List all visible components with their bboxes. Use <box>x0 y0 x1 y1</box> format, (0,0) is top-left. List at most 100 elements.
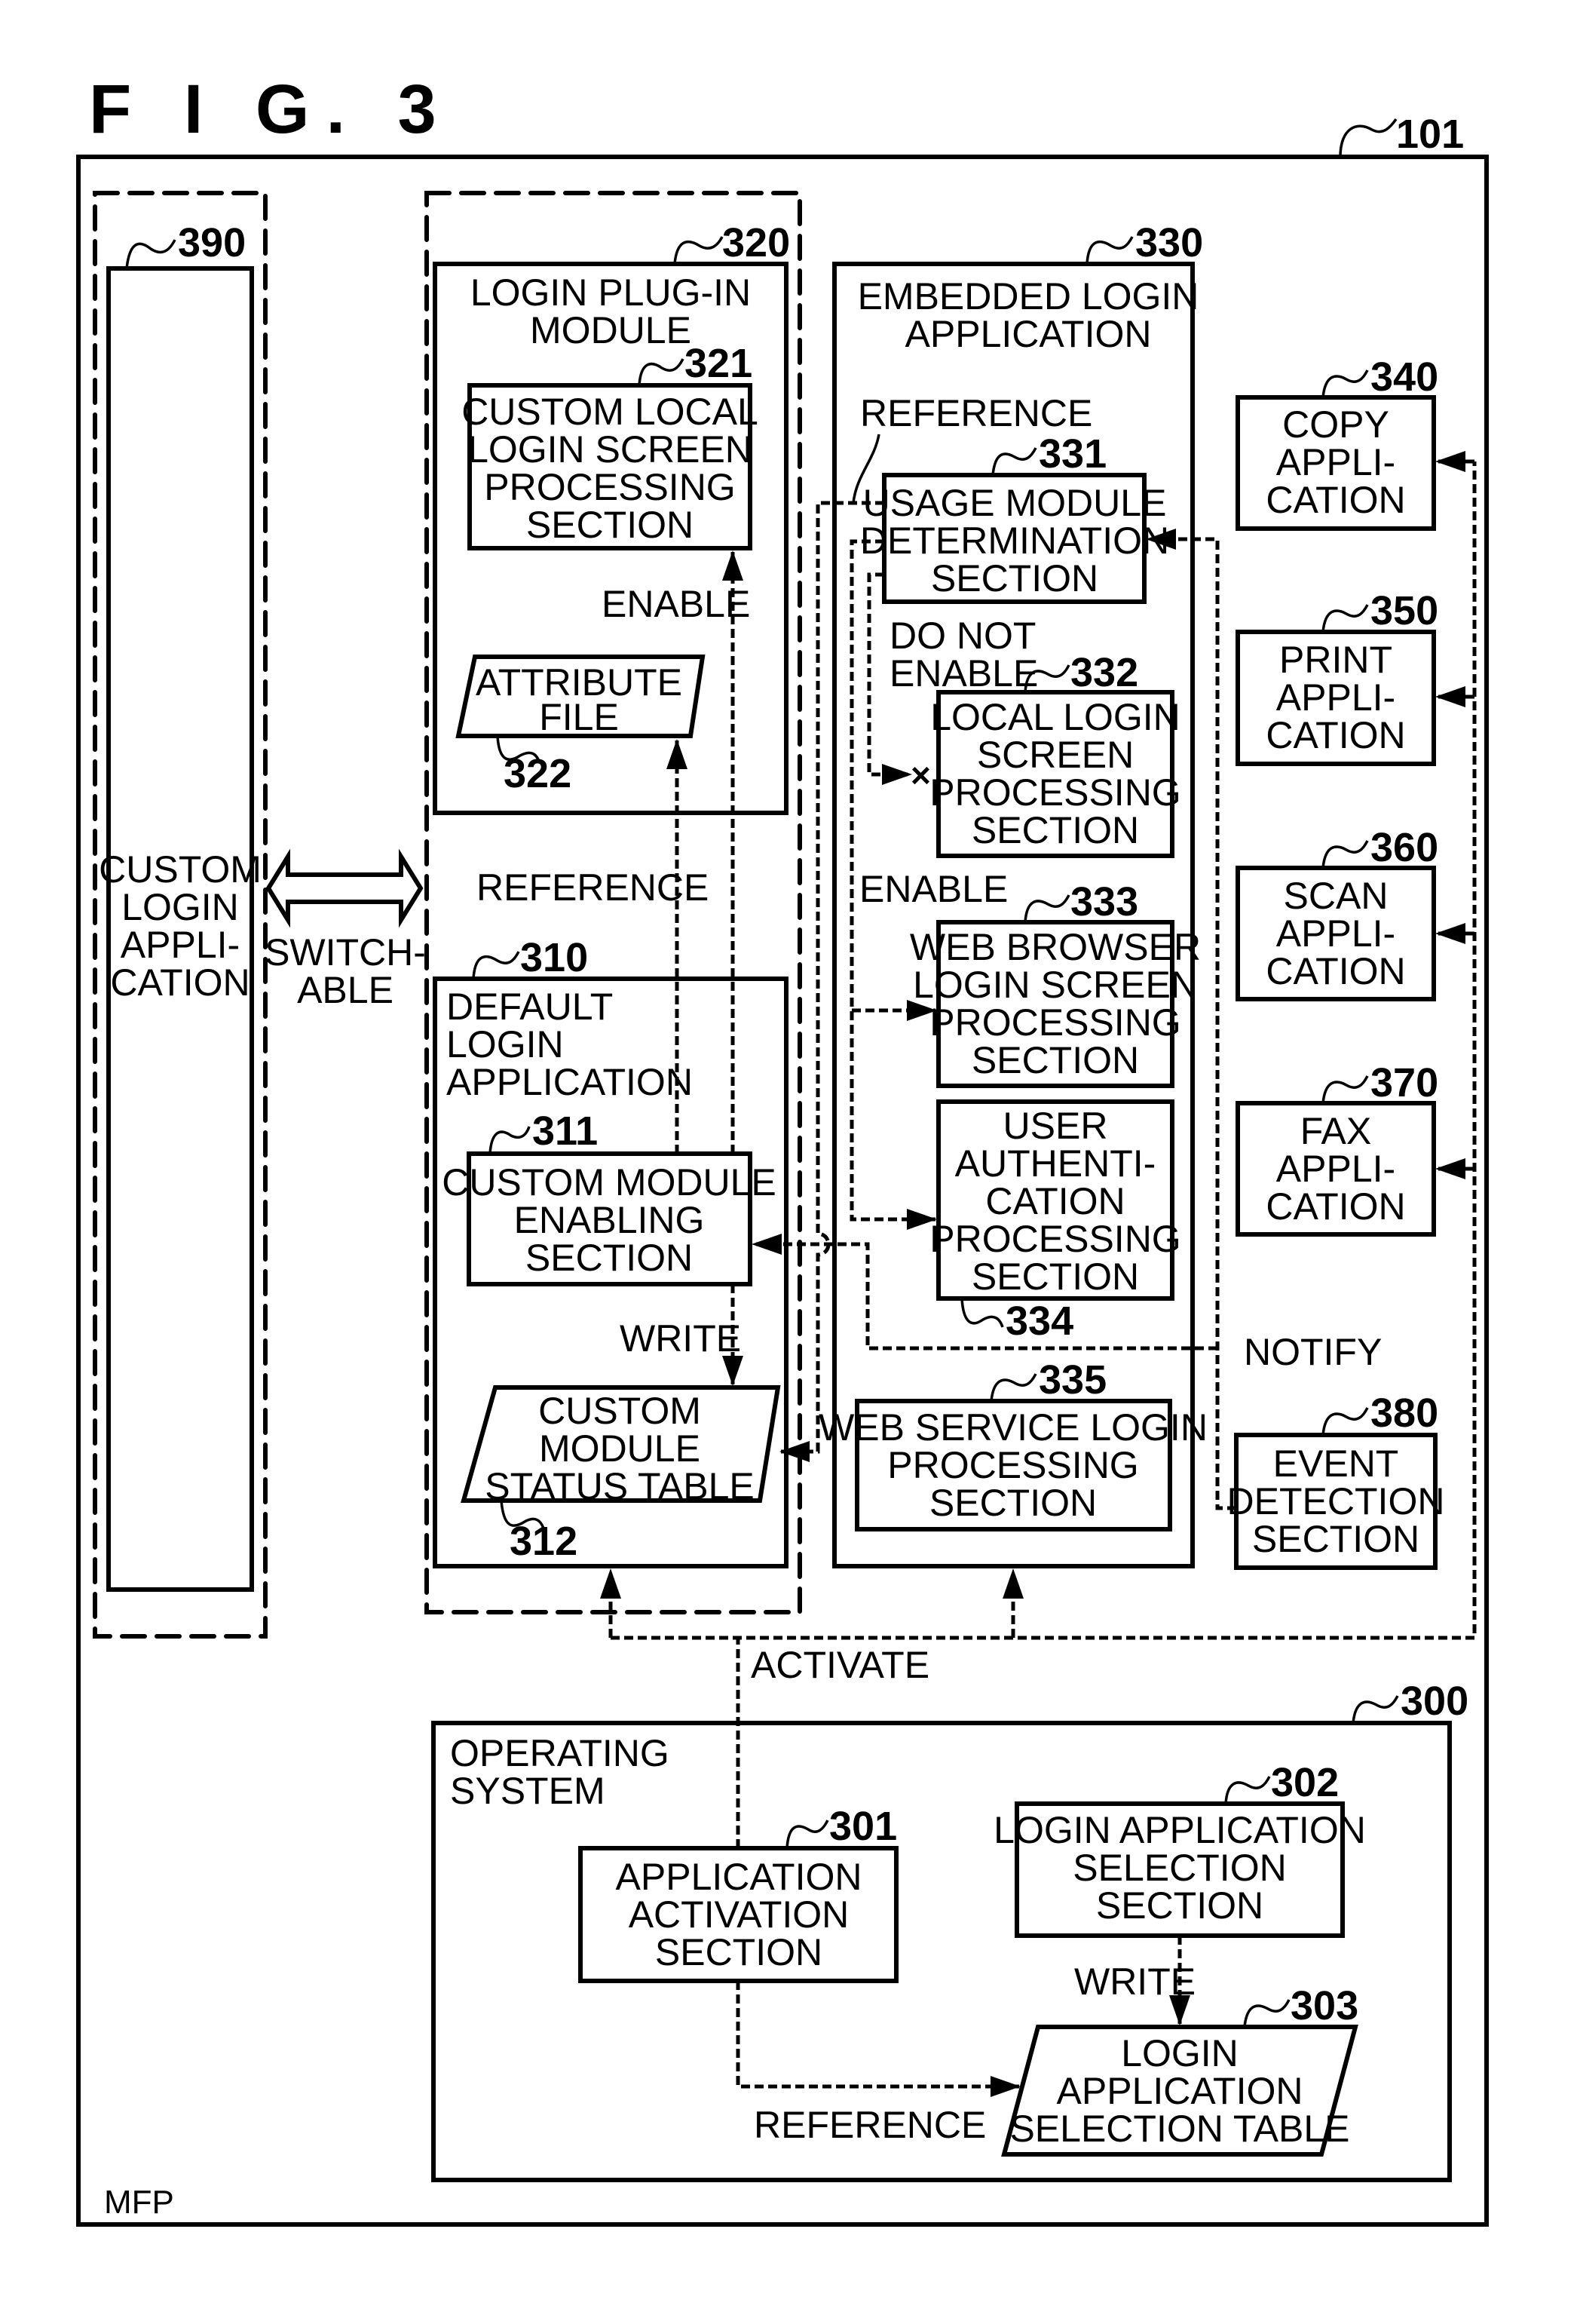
svg-text:SECTION: SECTION <box>655 1931 822 1973</box>
leader-333 <box>1024 894 1070 923</box>
svg-text:SYSTEM: SYSTEM <box>450 1770 605 1812</box>
svg-text:PROCESSING: PROCESSING <box>929 1218 1180 1260</box>
ref-350: 350 <box>1370 588 1438 633</box>
mfp-ref-number: 101 <box>1396 112 1464 157</box>
blocked-x-icon: × <box>911 756 931 795</box>
svg-text:USER: USER <box>1003 1105 1108 1147</box>
svg-text:CUSTOM: CUSTOM <box>99 848 262 891</box>
notify-label: NOTIFY <box>1244 1331 1382 1373</box>
svg-text:SECTION: SECTION <box>1096 1884 1263 1927</box>
leader-334 <box>960 1298 1004 1328</box>
write-label-303: WRITE <box>1074 1961 1196 2003</box>
event-detection[interactable]: 380 EVENT DETECTION SECTION <box>1227 1390 1445 1570</box>
svg-text:ACTIVATION: ACTIVATION <box>629 1893 850 1936</box>
svg-text:WEB BROWSER: WEB BROWSER <box>910 926 1201 968</box>
svg-text:SECTION: SECTION <box>929 1482 1097 1524</box>
svg-text:SECTION: SECTION <box>972 1039 1139 1081</box>
svg-text:PROCESSING: PROCESSING <box>929 771 1180 814</box>
ref-370: 370 <box>1370 1060 1438 1105</box>
event-detection-label-3: SECTION <box>1252 1518 1419 1560</box>
custom-login-app-label: CUSTOM LOGIN APPLI- CATION <box>99 848 262 1004</box>
svg-text:CATION: CATION <box>985 1180 1125 1222</box>
svg-text:EMBEDDED LOGIN: EMBEDDED LOGIN <box>858 275 1199 317</box>
ref-331: 331 <box>1039 431 1107 477</box>
ref-334: 334 <box>1006 1298 1073 1344</box>
switchable-double-arrow-icon <box>265 848 424 928</box>
copy-app[interactable]: 340 COPY APPLI- CATION <box>1236 354 1438 531</box>
svg-text:APPLICATION: APPLICATION <box>446 1061 693 1103</box>
svg-text:SELECTION TABLE: SELECTION TABLE <box>1009 2108 1349 2150</box>
ref-322: 322 <box>504 751 571 796</box>
leader-330 <box>1086 236 1134 265</box>
ref-340: 340 <box>1370 354 1438 400</box>
leader-340 <box>1321 369 1369 398</box>
ref-311: 311 <box>532 1108 598 1154</box>
ref-332: 332 <box>1070 650 1138 695</box>
figure-title: F I G. 3 <box>89 71 453 148</box>
ref-300: 300 <box>1401 1679 1468 1724</box>
print-app[interactable]: 350 PRINT APPLI- CATION <box>1236 588 1438 766</box>
fax-app-label-2: APPLI- <box>1276 1148 1395 1190</box>
enable-label-321: ENABLE <box>602 583 750 625</box>
svg-text:DO NOT: DO NOT <box>890 615 1036 657</box>
do-not-enable-label: DO NOT ENABLE <box>890 615 1038 694</box>
leader-360 <box>1321 840 1369 869</box>
leader-350 <box>1321 604 1369 633</box>
svg-text:SECTION: SECTION <box>526 504 694 546</box>
svg-text:ABLE: ABLE <box>297 969 393 1011</box>
ref-380: 380 <box>1370 1390 1438 1436</box>
svg-text:WEB SERVICE LOGIN: WEB SERVICE LOGIN <box>819 1406 1208 1449</box>
copy-app-label-2: APPLI- <box>1276 441 1395 483</box>
mfp-leader-line <box>1339 118 1398 158</box>
svg-text:CATION: CATION <box>110 961 250 1004</box>
embedded-login-app-box[interactable] <box>832 262 1195 1568</box>
ref-360: 360 <box>1370 825 1438 870</box>
diagram-canvas: F I G. 3 101 MFP 390 CUSTOM LOGIN APPLI-… <box>76 71 1489 2227</box>
fax-app[interactable]: 370 FAX APPLI- CATION <box>1236 1060 1438 1237</box>
svg-text:APPLICATION: APPLICATION <box>905 313 1152 355</box>
svg-text:MODULE: MODULE <box>530 309 691 351</box>
activate-label: ACTIVATE <box>751 1644 929 1686</box>
svg-text:ENABLING: ENABLING <box>514 1199 705 1241</box>
ref-335: 335 <box>1039 1357 1107 1403</box>
leader-310 <box>472 951 520 980</box>
enable-label-333: ENABLE <box>859 868 1008 910</box>
leader-380 <box>1321 1407 1369 1436</box>
svg-text:SECTION: SECTION <box>525 1237 693 1279</box>
svg-text:LOGIN: LOGIN <box>121 886 239 928</box>
event-detection-label-2: DETECTION <box>1227 1480 1445 1522</box>
svg-text:DETERMINATION: DETERMINATION <box>860 520 1169 562</box>
svg-text:ENABLE: ENABLE <box>890 652 1038 694</box>
ref-321: 321 <box>684 341 752 386</box>
svg-text:LOCAL LOGIN: LOCAL LOGIN <box>930 696 1180 738</box>
fax-app-label-3: CATION <box>1266 1185 1405 1228</box>
scan-app-label-2: APPLI- <box>1276 912 1395 955</box>
fax-app-label-1: FAX <box>1300 1110 1371 1152</box>
reference-label-303: REFERENCE <box>754 2104 986 2146</box>
ref-312: 312 <box>510 1519 577 1564</box>
scan-app[interactable]: 360 SCAN APPLI- CATION <box>1236 825 1438 1001</box>
leader-335 <box>990 1373 1037 1402</box>
svg-text:PROCESSING: PROCESSING <box>929 1001 1180 1044</box>
svg-text:LOGIN: LOGIN <box>446 1023 564 1065</box>
svg-text:DEFAULT: DEFAULT <box>446 986 613 1028</box>
print-app-label-2: APPLI- <box>1276 676 1395 719</box>
write-label-312: WRITE <box>620 1317 741 1360</box>
copy-app-label-3: CATION <box>1266 479 1405 521</box>
svg-text:CUSTOM LOCAL: CUSTOM LOCAL <box>461 391 758 433</box>
svg-text:CUSTOM: CUSTOM <box>538 1390 701 1432</box>
ref-320: 320 <box>722 220 790 265</box>
svg-text:APPLICATION: APPLICATION <box>1057 2070 1303 2112</box>
svg-text:APPLI-: APPLI- <box>121 924 240 966</box>
svg-text:USAGE MODULE: USAGE MODULE <box>863 482 1167 524</box>
svg-text:LOGIN: LOGIN <box>1121 2032 1239 2074</box>
svg-text:PROCESSING: PROCESSING <box>887 1444 1138 1486</box>
scan-app-label-3: CATION <box>1266 950 1405 992</box>
print-app-label-3: CATION <box>1266 714 1405 756</box>
svg-text:PROCESSING: PROCESSING <box>484 466 735 508</box>
leader-370 <box>1321 1075 1369 1104</box>
ref-333: 333 <box>1070 879 1138 924</box>
ref-330: 330 <box>1135 220 1203 265</box>
switchable-label: SWITCH- ABLE <box>265 931 426 1011</box>
svg-text:SECTION: SECTION <box>972 809 1139 851</box>
